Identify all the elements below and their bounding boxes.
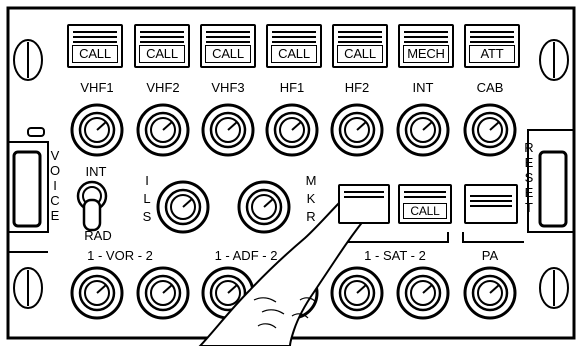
audio-control-panel: CALL CALL CALL CALL CALL MECH ATT VHF1 VHF2 VHF3… bbox=[0, 0, 582, 346]
top-button-7[interactable]: ATT bbox=[464, 24, 520, 68]
top-button-label: ATT bbox=[469, 45, 515, 63]
knob-label: HF1 bbox=[279, 80, 305, 95]
ils-knob[interactable] bbox=[156, 180, 210, 234]
pa-knob[interactable] bbox=[463, 266, 517, 320]
top-button-6[interactable]: MECH bbox=[398, 24, 454, 68]
knob-label: VHF2 bbox=[146, 80, 180, 95]
mkr-knob[interactable] bbox=[237, 180, 291, 234]
top-button-3[interactable]: CALL bbox=[200, 24, 256, 68]
top-button-label: MECH bbox=[403, 45, 449, 63]
indicator-light bbox=[27, 127, 45, 137]
sat-label: 1 - SAT - 2 bbox=[364, 248, 426, 263]
knob-label: HF2 bbox=[344, 80, 370, 95]
ils-label: ILS bbox=[142, 173, 152, 224]
sat-1-knob[interactable] bbox=[330, 266, 384, 320]
knob-vhf1[interactable] bbox=[70, 103, 124, 157]
knob-label: CAB bbox=[476, 80, 504, 95]
vor-2-knob[interactable] bbox=[136, 266, 190, 320]
top-button-2[interactable]: CALL bbox=[134, 24, 190, 68]
reset-switch bbox=[538, 150, 568, 228]
top-button-label: CALL bbox=[139, 45, 185, 63]
fastener-bottom-left bbox=[13, 267, 43, 309]
knob-label: VHF1 bbox=[80, 80, 114, 95]
call-button-middle[interactable]: CALL bbox=[398, 184, 452, 224]
vor-1-knob[interactable] bbox=[70, 266, 124, 320]
knob-hf2[interactable] bbox=[330, 103, 384, 157]
reset-label: RESET bbox=[524, 140, 534, 215]
top-button-label: CALL bbox=[72, 45, 118, 63]
top-button-1[interactable]: CALL bbox=[67, 24, 123, 68]
knob-hf1[interactable] bbox=[265, 103, 319, 157]
knob-cab[interactable] bbox=[463, 103, 517, 157]
top-button-label: CALL bbox=[337, 45, 383, 63]
sat-2-knob[interactable] bbox=[396, 266, 450, 320]
int-rad-toggle-lever bbox=[82, 198, 102, 232]
pressed-button[interactable] bbox=[338, 184, 390, 224]
top-button-label: CALL bbox=[271, 45, 317, 63]
knob-vhf3[interactable] bbox=[201, 103, 255, 157]
fastener-bottom-right bbox=[539, 267, 569, 309]
pa-label: PA bbox=[481, 248, 499, 263]
adf-label: 1 - ADF - 2 bbox=[214, 248, 278, 263]
knob-int[interactable] bbox=[396, 103, 450, 157]
top-button-4[interactable]: CALL bbox=[266, 24, 322, 68]
top-button-label: CALL bbox=[205, 45, 251, 63]
knob-label: INT bbox=[412, 80, 434, 95]
fastener-top-left bbox=[13, 39, 43, 81]
call-button-middle-label: CALL bbox=[403, 203, 447, 219]
blank-button[interactable] bbox=[464, 184, 518, 224]
knob-label: VHF3 bbox=[211, 80, 245, 95]
rad-label: RAD bbox=[84, 228, 112, 243]
top-button-5[interactable]: CALL bbox=[332, 24, 388, 68]
fastener-top-right bbox=[539, 39, 569, 81]
vor-label: 1 - VOR - 2 bbox=[87, 248, 153, 263]
voice-switch bbox=[12, 150, 42, 228]
knob-vhf2[interactable] bbox=[136, 103, 190, 157]
int-label: INT bbox=[85, 164, 107, 179]
voice-label: VOICE bbox=[49, 148, 61, 223]
mkr-label: MKR bbox=[305, 173, 317, 224]
